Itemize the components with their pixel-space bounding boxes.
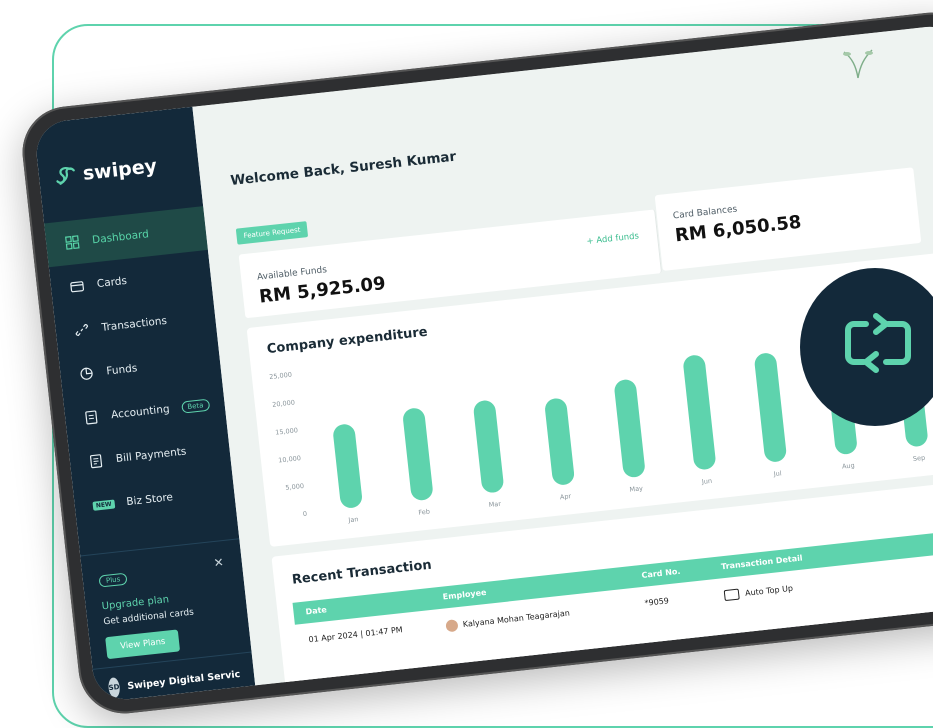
x-tick-label: Sep (912, 454, 925, 463)
bar[interactable] (613, 379, 645, 479)
company-name: Swipey Digital Servic (127, 668, 241, 691)
dashboard-grid-icon (64, 234, 82, 252)
ledger-icon (83, 409, 101, 427)
brand-name: swipey (82, 155, 158, 185)
y-tick-label: 25,000 (269, 371, 292, 381)
pie-chart-icon (78, 365, 96, 383)
x-tick-label: Mar (488, 500, 501, 509)
sidebar-item-label: Accounting (111, 403, 171, 421)
welcome-heading: Welcome Back, Suresh Kumar (230, 149, 457, 189)
y-tick-label: 5,000 (285, 482, 304, 492)
sidebar-item-label: Bill Payments (115, 445, 187, 465)
y-tick-label: 10,000 (278, 454, 301, 464)
swipey-logo-icon (54, 164, 78, 188)
row-date: 01 Apr 2024 | 01:47 PM (308, 625, 403, 644)
link-icon (73, 321, 91, 339)
col-transaction-detail: Transaction Detail (721, 554, 803, 572)
bar[interactable] (402, 407, 434, 501)
row-employee: Kalyana Mohan Teagarajan (445, 607, 570, 632)
row-card-no: *9059 (644, 596, 669, 608)
company-avatar: SD (108, 677, 121, 698)
app-screen: swipey Dashboard Cards (33, 23, 933, 702)
new-badge: NEW (92, 499, 115, 510)
sync-icon (836, 304, 922, 390)
bar[interactable] (544, 397, 575, 486)
upgrade-panel: Plus ✕ Upgrade plan Get additional cards… (80, 538, 251, 661)
col-date: Date (305, 605, 327, 616)
col-employee: Employee (442, 588, 487, 602)
bill-icon (87, 452, 105, 470)
col-card-no: Card No. (641, 567, 681, 580)
card-balances-card: Card Balances RM 6,050.58 (655, 167, 922, 271)
tablet-device: swipey Dashboard Cards (18, 8, 933, 718)
employee-name: Kalyana Mohan Teagarajan (462, 608, 570, 629)
bar[interactable] (473, 399, 505, 493)
detail-text: Auto Top Up (745, 584, 794, 598)
row-detail: Auto Top Up (724, 583, 794, 601)
card-icon (724, 589, 740, 602)
y-tick-label: 15,000 (275, 426, 298, 436)
plant-decoration-icon (838, 44, 878, 80)
brand-logo[interactable]: swipey (54, 155, 158, 188)
view-plans-button[interactable]: View Plans (105, 629, 180, 659)
sidebar-item-label: Cards (96, 275, 127, 290)
x-tick-label: Jan (347, 515, 359, 524)
bar[interactable] (682, 354, 716, 471)
add-funds-link[interactable]: + Add funds (586, 231, 639, 247)
x-tick-label: May (629, 484, 643, 493)
sidebar-item-label: Transactions (101, 315, 167, 334)
y-tick-label: 20,000 (272, 398, 295, 408)
x-tick-label: Feb (418, 507, 430, 516)
y-tick-label: 0 (302, 510, 307, 518)
sidebar-item-label: Funds (106, 362, 138, 377)
card-icon (68, 277, 86, 295)
bar[interactable] (332, 423, 363, 509)
x-tick-label: Jun (700, 477, 712, 486)
close-icon[interactable]: ✕ (213, 555, 225, 570)
beta-badge: Beta (181, 399, 210, 414)
plus-pill: Plus (98, 573, 127, 588)
feature-request-button[interactable]: Feature Request (236, 221, 308, 245)
x-tick-label: Aug (842, 461, 855, 470)
x-tick-label: Apr (560, 492, 572, 501)
bar[interactable] (754, 352, 788, 463)
employee-avatar (445, 619, 458, 632)
sidebar-item-label: Biz Store (126, 491, 174, 508)
x-tick-label: Jul (772, 469, 782, 478)
sidebar-item-label: Dashboard (92, 228, 150, 246)
recent-title: Recent Transaction (291, 558, 432, 588)
company-switcher[interactable]: SD Swipey Digital Servic (92, 652, 255, 703)
